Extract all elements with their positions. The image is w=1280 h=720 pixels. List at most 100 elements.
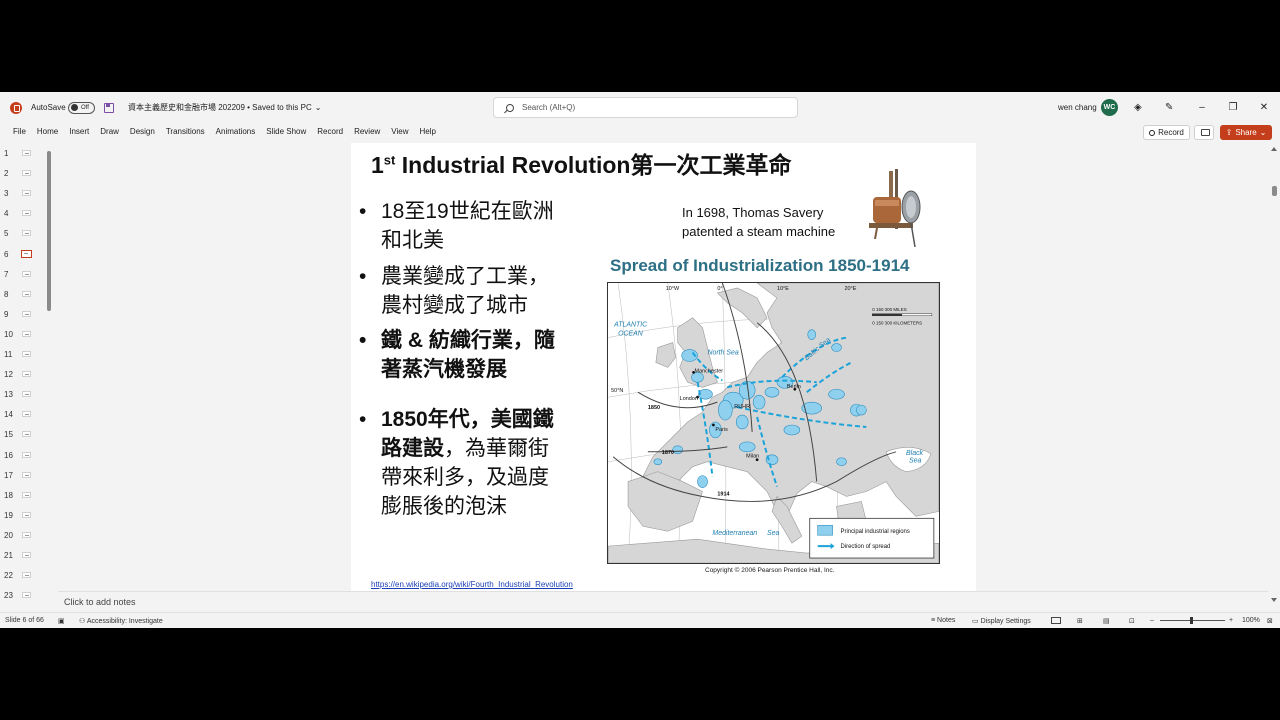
thumbnail-scrollbar[interactable] [47,145,51,605]
tab-review[interactable]: Review [354,127,380,136]
close-icon[interactable]: ✕ [1249,102,1279,113]
slide-thumbnail[interactable]: 6 [0,244,45,264]
slide-thumbnail[interactable]: 12 [0,364,45,384]
slide-thumbnail[interactable]: 4 [0,203,45,223]
slide-thumbnail-image [22,190,31,197]
share-button[interactable]: ⇪ Share ⌄ [1220,125,1272,140]
record-button[interactable]: Record [1143,125,1190,140]
tab-home[interactable]: Home [37,127,58,136]
scroll-down-icon[interactable] [1271,598,1277,602]
spelling-icon[interactable]: ▣ [58,617,65,625]
zoom-in-icon[interactable]: + [1229,617,1233,624]
map-label-1914: 1914 [717,491,729,497]
bullet-list[interactable]: 18至19世紀在歐洲和北美 農業變成了工業，農村變成了城市 鐵 & 紡織行業，隨… [359,197,564,521]
zoom-out-icon[interactable]: – [1150,617,1154,624]
search-input[interactable]: Search (Alt+Q) [493,97,798,118]
slide-number: 19 [4,510,13,520]
tab-slide-show[interactable]: Slide Show [266,127,306,136]
notes-pane[interactable]: Click to add notes [58,591,1268,610]
slide-thumbnails-panel: 1 2 3 4 5 6 7 8 9 10 11 12 13 14 15 16 17 18 19 20 21 22 23 [0,143,56,610]
user-name[interactable]: wen chang [1058,103,1097,112]
map-label-lon20e: 20°E [844,286,856,292]
slide-thumbnail[interactable]: 13 [0,384,45,404]
wikipedia-link[interactable]: https://en.wikipedia.org/wiki/Fourth_Ind… [371,580,573,589]
slide-thumbnail[interactable]: 1 [0,143,45,163]
scroll-up-icon[interactable] [1271,147,1277,151]
restore-icon[interactable]: ❐ [1218,102,1248,113]
slide-number: 12 [4,370,13,380]
accessibility-status[interactable]: ⚇ Accessibility: Investigate [79,617,163,625]
slide-thumbnail[interactable]: 8 [0,284,45,304]
current-slide[interactable]: 1st Industrial Revolution第一次工業革命 18至19世紀… [351,143,976,591]
slide-thumbnail[interactable]: 22 [0,565,45,585]
comments-button[interactable] [1194,125,1214,140]
accessibility-label: Accessibility: Investigate [86,618,163,625]
slide-thumbnail[interactable]: 15 [0,424,45,444]
map-title[interactable]: Spread of Industrialization 1850-1914 [610,256,909,276]
zoom-level[interactable]: 100% [1242,617,1260,624]
map-label-lon10w: 10°W [666,286,680,292]
slide-thumbnail-image [22,290,31,297]
slide-thumbnail[interactable]: 7 [0,264,45,284]
slide-thumbnail[interactable]: 21 [0,545,45,565]
slide-title[interactable]: 1st Industrial Revolution第一次工業革命 [371,146,791,180]
tab-view[interactable]: View [391,127,408,136]
tab-animations[interactable]: Animations [216,127,256,136]
map-copyright: Copyright © 2006 Pearson Prentice Hall, … [705,567,835,574]
slide-thumbnail-image [22,351,31,357]
slide-thumbnail[interactable]: 17 [0,465,45,485]
steam-caption[interactable]: In 1698, Thomas Savery patented a steam … [682,203,835,241]
slide-thumbnail[interactable]: 19 [0,505,45,525]
slide-thumbnail[interactable]: 23 [0,585,45,605]
slide-thumbnail-image [21,249,32,258]
minimize-icon[interactable]: – [1187,102,1217,113]
pen-icon[interactable]: ✎ [1165,102,1173,113]
steam-engine-image[interactable] [867,167,927,249]
industrialization-map[interactable]: ATLANTIC OCEAN North Sea Baltic Sea Blac… [607,282,940,564]
tab-record[interactable]: Record [317,127,343,136]
tab-help[interactable]: Help [420,127,436,136]
slide-thumbnail[interactable]: 5 [0,223,45,243]
fit-slide-icon[interactable]: ⊠ [1267,617,1273,625]
slide-number: 7 [4,269,9,279]
document-title[interactable]: 資本主義歷史和金融市場 202209 • Saved to this PC [128,102,312,113]
slide-thumbnail-image [22,552,31,558]
title-number: 1 [371,152,384,178]
display-settings-button[interactable]: ▭ Display Settings [972,617,1031,625]
slide-sorter-icon[interactable]: ⊞ [1077,617,1083,625]
slide-thumbnail-image [22,150,31,156]
slide-thumbnail[interactable]: 9 [0,304,45,324]
zoom-slider-thumb[interactable] [1190,617,1193,624]
scrollbar-thumb[interactable] [1272,186,1277,196]
notes-button[interactable]: ≡ Notes [931,617,955,624]
slide-thumbnail-image [22,531,31,538]
slide-thumbnail[interactable]: 18 [0,485,45,505]
slide-scrollbar[interactable] [1268,143,1280,610]
slide-thumbnail[interactable]: 3 [0,183,45,203]
slide-thumbnail[interactable]: 11 [0,344,45,364]
map-label-ruhr: RUHR [734,404,750,410]
tab-file[interactable]: File [13,127,26,136]
save-icon[interactable] [104,102,114,113]
slideshow-icon[interactable]: ⊡ [1129,617,1135,625]
tab-insert[interactable]: Insert [69,127,89,136]
slide-number: 16 [4,450,13,460]
slide-thumbnail[interactable]: 14 [0,404,45,424]
tab-transitions[interactable]: Transitions [166,127,205,136]
notes-icon: ≡ [931,617,936,624]
display-icon: ▭ [972,618,979,625]
slide-thumbnail[interactable]: 20 [0,525,45,545]
slide-thumbnail[interactable]: 10 [0,324,45,344]
normal-view-icon[interactable] [1051,617,1063,624]
tab-design[interactable]: Design [130,127,155,136]
diamond-icon[interactable]: ◈ [1134,102,1142,113]
autosave-toggle[interactable]: Off [68,101,95,114]
slide-thumbnail[interactable]: 2 [0,163,45,183]
reading-view-icon[interactable]: ▤ [1103,617,1110,625]
avatar[interactable]: WC [1101,99,1118,116]
thumbnail-scrollbar-thumb[interactable] [47,151,51,311]
tab-draw[interactable]: Draw [100,127,119,136]
zoom-slider[interactable] [1160,617,1225,624]
chevron-down-icon[interactable]: ⌄ [315,103,322,112]
slide-thumbnail[interactable]: 16 [0,445,45,465]
